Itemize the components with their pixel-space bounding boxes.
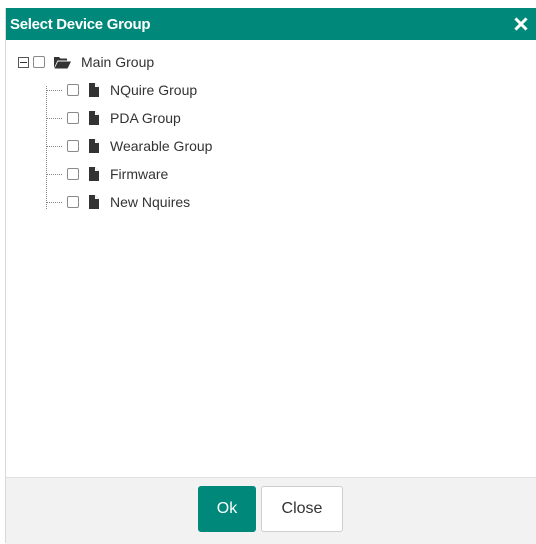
dialog-titlebar: Select Device Group — [6, 8, 536, 40]
group-checkbox[interactable] — [67, 84, 79, 96]
tree-node-child: NQuire Group — [67, 82, 197, 98]
file-icon — [89, 139, 99, 153]
collapse-toggle[interactable] — [18, 56, 29, 68]
dialog-footer: Ok Close — [6, 477, 536, 544]
group-checkbox[interactable] — [67, 112, 79, 124]
group-checkbox[interactable] — [67, 140, 79, 152]
close-icon[interactable] — [514, 17, 528, 31]
tree-node-child: Wearable Group — [67, 138, 212, 154]
file-icon — [89, 167, 99, 181]
tree-connector-branch — [47, 90, 62, 91]
file-icon — [89, 195, 99, 209]
group-label[interactable]: Firmware — [110, 166, 168, 182]
tree-connector-branch — [47, 202, 62, 203]
device-group-tree: Main Group NQuire Group PDA Group Wearable… — [6, 40, 536, 477]
main-group-checkbox[interactable] — [33, 56, 45, 68]
file-icon — [89, 111, 99, 125]
ok-button[interactable]: Ok — [198, 486, 256, 532]
group-checkbox[interactable] — [67, 168, 79, 180]
tree-node-child: Firmware — [67, 166, 168, 182]
close-button[interactable]: Close — [261, 486, 343, 532]
folder-open-icon — [54, 56, 71, 68]
tree-node-child: New Nquires — [67, 194, 190, 210]
tree-connector-branch — [47, 146, 62, 147]
tree-connector-branch — [47, 174, 62, 175]
dialog-title: Select Device Group — [10, 16, 151, 33]
main-group-label[interactable]: Main Group — [81, 54, 154, 70]
select-device-group-dialog: Select Device Group Main Group NQuire Gr… — [5, 8, 536, 544]
tree-connector-line — [46, 86, 47, 209]
group-label[interactable]: Wearable Group — [110, 138, 212, 154]
group-label[interactable]: NQuire Group — [110, 82, 197, 98]
group-label[interactable]: New Nquires — [110, 194, 190, 210]
group-label[interactable]: PDA Group — [110, 110, 181, 126]
tree-node-child: PDA Group — [67, 110, 181, 126]
tree-connector-branch — [47, 118, 62, 119]
file-icon — [89, 83, 99, 97]
group-checkbox[interactable] — [67, 196, 79, 208]
tree-node-main-group: Main Group — [18, 54, 154, 70]
